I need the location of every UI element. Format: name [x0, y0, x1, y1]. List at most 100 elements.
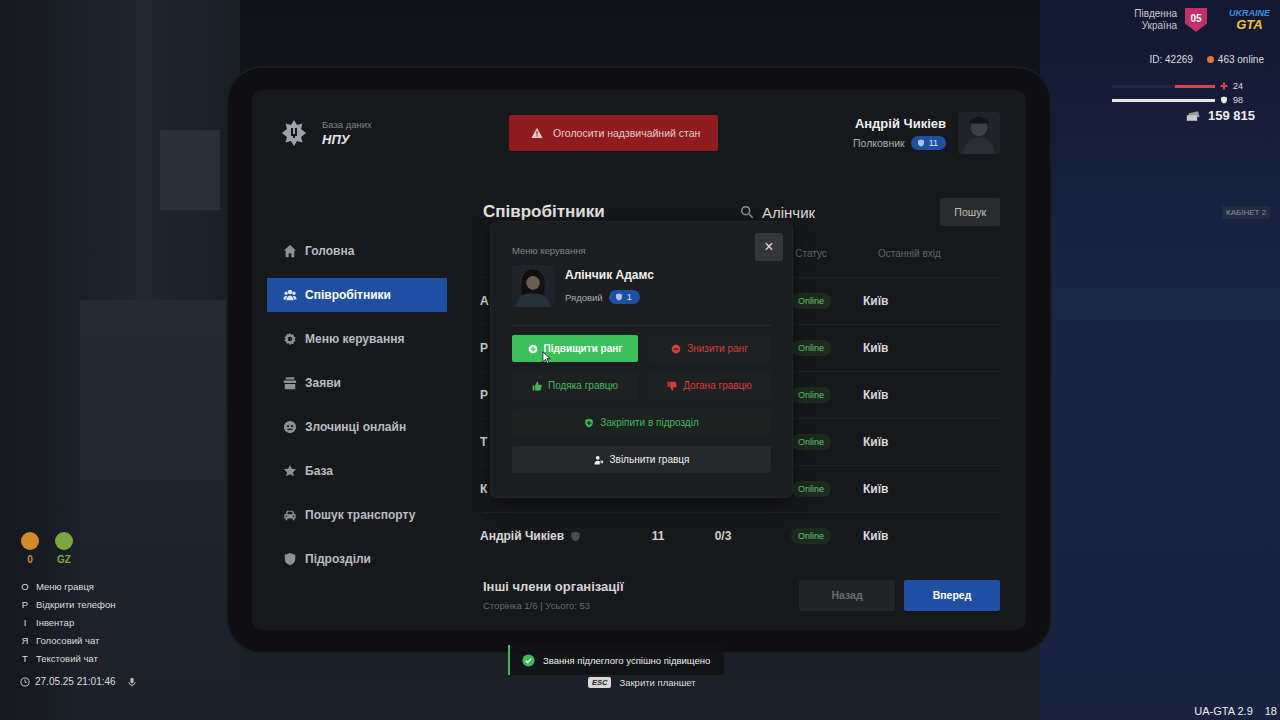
wall-sign: КАБІНЕТ 2	[1222, 206, 1270, 219]
check-circle-icon	[522, 654, 535, 667]
keybind: Я Голосовий чат	[20, 631, 115, 649]
sidebar-item[interactable]: База	[267, 454, 447, 488]
rank-level-badge: 11	[911, 136, 946, 150]
table-footer: Інші члени організаціїСторінка 1/6 | Усь…	[483, 579, 1000, 611]
game-screen: КАБІНЕТ 2 ПівденнаУкраїна05UKRAINEGTA ID: …	[0, 0, 1280, 720]
brand-subtitle: База даних	[322, 119, 372, 130]
status-pill: Online	[791, 528, 831, 544]
action-label: Догана гравцю	[683, 380, 752, 391]
police-tablet: База даних НПУ Оголосити надзвичайний стан…	[228, 68, 1050, 652]
keybind-key: P	[20, 599, 30, 610]
action-button[interactable]: Догана гравцю	[648, 372, 771, 399]
page-button[interactable]: Вперед	[904, 580, 1000, 611]
member-rank: 11	[633, 529, 683, 543]
status-pill: Online	[791, 340, 831, 356]
indicator-circle-icon	[55, 532, 73, 550]
page-title: Співробітники	[483, 202, 740, 222]
person-remove-icon	[594, 455, 604, 465]
search-field[interactable]: Алінчик	[740, 204, 940, 221]
online-count: 463 online	[1207, 54, 1264, 65]
keybind-label: Меню гравця	[36, 581, 94, 592]
mouse-cursor-icon	[542, 351, 551, 364]
member-last-login: Київ	[859, 341, 1000, 355]
keybind-key: Я	[20, 635, 30, 646]
user-rank: Полковник	[853, 137, 905, 149]
sidebar-item[interactable]: Пошук транспорту	[267, 498, 447, 532]
tablet-header: База даних НПУ Оголосити надзвичайний стан…	[252, 90, 1026, 176]
close-button[interactable]: ×	[755, 233, 783, 261]
success-notification: Звання підлеглого успішно підвищено	[508, 645, 724, 675]
sidebar-label: Пошук транспорту	[305, 508, 415, 522]
thumbs-down-icon	[667, 381, 677, 391]
action-button[interactable]: Закріпити в підрозділ	[512, 409, 771, 436]
manage-modal: Меню керування × Алінчик Адамс Рядовий1 Підв…	[491, 222, 792, 497]
shield-icon	[283, 552, 297, 566]
sidebar-item[interactable]: Заяви	[267, 366, 447, 400]
player-info: ID: 42269463 online	[1149, 54, 1264, 65]
action-button[interactable]: Звільнити гравця	[512, 446, 771, 473]
sidebar-item[interactable]: Злочинці онлайн	[267, 410, 447, 444]
sidebar-label: База	[305, 464, 333, 478]
sidebar-item[interactable]: Підрозділи	[267, 542, 447, 576]
documents-icon	[283, 376, 297, 390]
action-label: Звільнити гравця	[610, 454, 690, 465]
keybind-label: Голосовий чат	[36, 635, 99, 646]
action-button[interactable]: Знизити ранг	[648, 335, 771, 362]
corridor-scene	[0, 0, 240, 720]
action-label: Закріпити в підрозділ	[600, 417, 699, 428]
page-button[interactable]: Назад	[799, 580, 895, 611]
action-button[interactable]: Підвищити ранг	[512, 335, 638, 362]
user-info: Андрій ЧикіевПолковник11	[853, 116, 946, 150]
member-rank-row: Рядовий1	[565, 290, 654, 304]
sidebar-label: Співробітники	[305, 288, 391, 302]
stat-fill	[1112, 99, 1215, 102]
warning-icon	[531, 127, 543, 139]
status-pill: Online	[791, 481, 831, 497]
logo-top: UKRAINE	[1229, 9, 1270, 18]
search-button[interactable]: Пошук	[940, 198, 1000, 226]
search-value: Алінчик	[762, 204, 815, 221]
money: 159 815	[1186, 108, 1255, 123]
member-avatar	[512, 265, 554, 307]
plus-circle-icon	[528, 344, 538, 354]
server-name: ПівденнаУкраїна	[1134, 8, 1177, 32]
keybind-label: Текстовий чат	[36, 653, 98, 664]
status-pill: Online	[791, 387, 831, 403]
member-card: Алінчик Адамс Рядовий1	[512, 265, 771, 307]
indicator-circle-icon	[21, 532, 39, 550]
footer-info: Інші члени організаціїСторінка 1/6 | Усь…	[483, 579, 624, 611]
logo-bottom: GTA	[1236, 18, 1262, 31]
member-last-login: Київ	[859, 294, 1000, 308]
action-button[interactable]: Подяка гравцю	[512, 372, 638, 399]
version-label: UA-GTA 2.918	[1194, 705, 1277, 717]
police-emblem-icon	[280, 119, 308, 147]
sidebar-item[interactable]: Співробітники	[267, 278, 447, 312]
server-header: ПівденнаУкраїна05UKRAINEGTA	[1134, 8, 1270, 32]
indicator: 0	[20, 532, 40, 565]
member-name: Алінчик Адамс	[565, 268, 654, 282]
footer-title: Інші члени організації	[483, 579, 624, 594]
keybind-key: O	[20, 581, 30, 592]
emergency-button[interactable]: Оголосити надзвичайний стан	[509, 115, 718, 151]
sidebar-item[interactable]: Меню керування	[267, 322, 447, 356]
brand-title: НПУ	[322, 132, 372, 147]
keybind-label: Відкрити телефон	[36, 599, 115, 610]
brand: База даних НПУ	[280, 119, 509, 147]
server-name-line: Україна	[1142, 20, 1177, 32]
gear-icon	[283, 332, 297, 346]
keybind-key: I	[20, 617, 30, 628]
action-label: Знизити ранг	[687, 343, 748, 354]
sidebar-label: Заяви	[305, 376, 341, 390]
sidebar-item[interactable]: Головна	[267, 234, 447, 268]
person-avatar-icon	[958, 112, 1000, 154]
member-name: Андрій Чикіев	[480, 529, 633, 543]
keybind: IІнвентар	[20, 613, 115, 631]
table-row[interactable]: Андрій Чикіев 110/3OnlineКиїв	[483, 512, 1000, 559]
emergency-label: Оголосити надзвичайний стан	[553, 127, 700, 139]
shield-plus-icon	[584, 418, 594, 428]
status-indicators: 0GZ	[20, 532, 74, 565]
brand-text: База даних НПУ	[322, 119, 372, 147]
modal-title: Меню керування	[512, 239, 586, 256]
header-cell: Останній вхід	[859, 248, 1000, 259]
sidebar-label: Меню керування	[305, 332, 404, 346]
